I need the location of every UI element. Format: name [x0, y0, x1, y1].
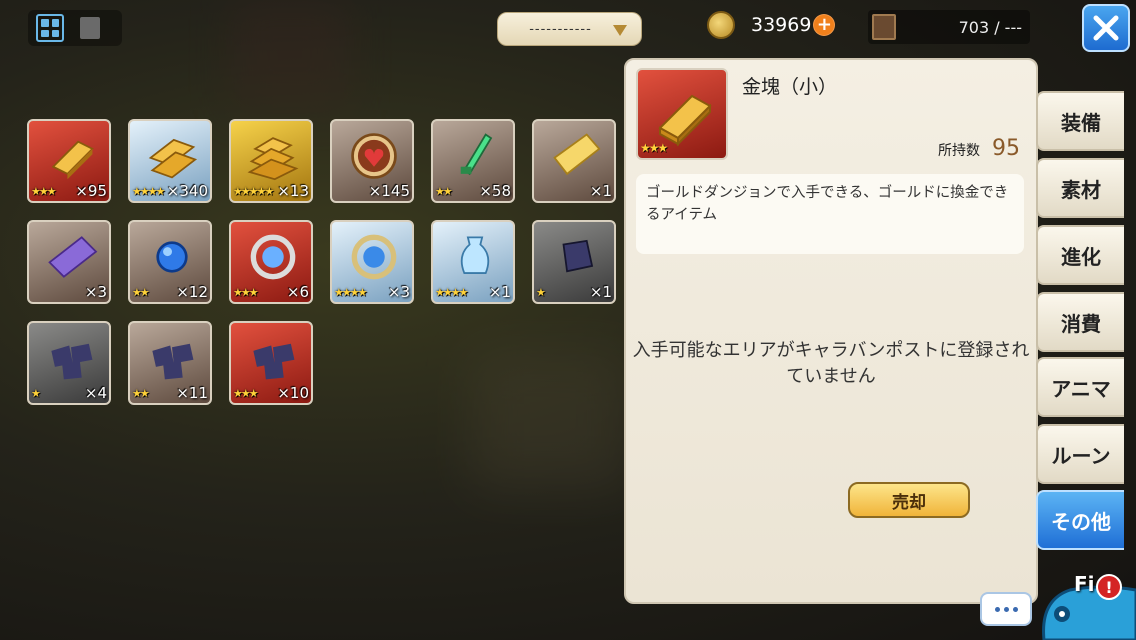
- add-gold-button[interactable]: +: [813, 14, 836, 36]
- item-slot-ring-emblem-blue[interactable]: ★★★★ ×3: [330, 220, 414, 304]
- tab-6[interactable]: その他: [1036, 490, 1124, 550]
- list-view-icon[interactable]: [80, 17, 100, 39]
- box-icon: [872, 14, 896, 40]
- gold-counter: 33969 +: [707, 9, 847, 41]
- item-slot-purple-ticket[interactable]: ×3: [27, 220, 111, 304]
- owned-value: 95: [992, 136, 1020, 161]
- rarity-stars: ★★★★★: [233, 185, 274, 198]
- dot-icon: [1012, 606, 1018, 612]
- item-count: ×6: [286, 283, 309, 301]
- rarity-stars: ★★: [435, 185, 453, 198]
- item-count: ×11: [176, 384, 208, 402]
- item-slot-gold-bars-medium[interactable]: ★★★★ ×340: [128, 119, 212, 203]
- gold-bars-medium-icon: [148, 138, 198, 179]
- tab-0[interactable]: 装備: [1036, 91, 1124, 151]
- item-count: ×10: [277, 384, 309, 402]
- rarity-stars: ★: [536, 286, 546, 299]
- rarity-stars: ★★★: [233, 387, 259, 400]
- gold-coin-icon: [707, 11, 735, 39]
- tab-3[interactable]: 消費: [1036, 292, 1124, 352]
- ring-emblem-blue-icon: [351, 234, 397, 280]
- item-title: 金塊（小）: [742, 76, 838, 98]
- rarity-stars: ★★★★: [334, 286, 367, 299]
- gold-amount: 33969: [751, 14, 812, 36]
- rarity-stars: ★★: [132, 286, 150, 299]
- rarity-stars: ★★★: [31, 185, 57, 198]
- rarity-stars: ★★★★: [132, 185, 165, 198]
- sell-button[interactable]: 売却: [848, 482, 970, 518]
- item-count: ×12: [176, 283, 208, 301]
- background-shape: [470, 350, 630, 490]
- rarity-stars: ★★: [132, 387, 150, 400]
- dot-icon: [1003, 606, 1009, 612]
- field-button[interactable]: Fi d: [1040, 560, 1136, 640]
- item-count: ×4: [84, 384, 107, 402]
- chat-button[interactable]: [980, 592, 1032, 626]
- ring-emblem-red-icon: [250, 234, 296, 280]
- item-slot-gold-ticket[interactable]: ×1: [532, 119, 616, 203]
- item-count: ×13: [277, 182, 309, 200]
- item-count: ×58: [479, 182, 511, 200]
- tab-1[interactable]: 素材: [1036, 158, 1124, 218]
- rune-stones-medium-icon: [152, 343, 194, 380]
- gold-bars-large-icon: [247, 137, 299, 181]
- item-count: ×95: [75, 182, 107, 200]
- inventory-capacity: 703 / ---: [868, 10, 1030, 44]
- detail-rarity-stars: ★★★: [640, 141, 668, 155]
- item-count: ×1: [589, 182, 612, 200]
- detail-item-icon: ★★★: [636, 68, 728, 160]
- item-slot-heart-medal[interactable]: ×145: [330, 119, 414, 203]
- item-slot-rune-stone[interactable]: ★ ×1: [532, 220, 616, 304]
- tab-4[interactable]: アニマ: [1036, 357, 1124, 417]
- green-dagger-icon: [460, 133, 493, 176]
- rarity-stars: ★: [31, 387, 41, 400]
- area-message: 入手可能なエリアがキャラバンポストに登録されていません: [632, 340, 1030, 387]
- chevron-down-icon: [613, 25, 627, 36]
- tab-5[interactable]: ルーン: [1036, 424, 1124, 484]
- view-toggle: [28, 10, 122, 46]
- rarity-stars: ★★★★: [435, 286, 468, 299]
- dot-icon: [994, 606, 1000, 612]
- rune-stones-small-icon: [51, 343, 93, 380]
- item-count: ×1: [488, 283, 511, 301]
- item-slot-crystal-vase[interactable]: ★★★★ ×1: [431, 220, 515, 304]
- blue-orb-icon: [156, 241, 188, 273]
- rune-stones-red-icon: [253, 343, 295, 380]
- item-description: ゴールドダンジョンで入手できる、ゴールドに換金できるアイテム: [636, 174, 1024, 254]
- item-slot-gold-bars-large[interactable]: ★★★★★ ×13: [229, 119, 313, 203]
- owned-label: 所持数: [938, 143, 980, 159]
- item-slot-ring-emblem-red[interactable]: ★★★ ×6: [229, 220, 313, 304]
- item-slot-gold-bar-small[interactable]: ★★★ ×95: [27, 119, 111, 203]
- item-count: ×340: [166, 182, 208, 200]
- item-slot-rune-stones-red[interactable]: ★★★ ×10: [229, 321, 313, 405]
- item-slot-blue-orb[interactable]: ★★ ×12: [128, 220, 212, 304]
- sort-dropdown[interactable]: -----------: [497, 12, 642, 46]
- item-count: ×1: [589, 283, 612, 301]
- gold-bar-small-icon: [51, 140, 94, 180]
- item-detail-panel: ★★★ 金塊（小） 所持数 95 ゴールドダンジョンで入手できる、ゴールドに換金…: [624, 58, 1038, 604]
- purple-ticket-icon: [48, 236, 98, 278]
- tab-2[interactable]: 進化: [1036, 225, 1124, 285]
- gold-ticket-icon: [553, 133, 601, 176]
- item-count: ×3: [84, 283, 107, 301]
- close-button[interactable]: [1082, 4, 1130, 52]
- item-count: ×145: [368, 182, 410, 200]
- owned-count: 所持数 95: [938, 136, 1020, 161]
- item-slot-rune-stones-small[interactable]: ★ ×4: [27, 321, 111, 405]
- capacity-value: 703 / ---: [958, 17, 1022, 37]
- alert-badge: !: [1096, 574, 1122, 600]
- item-count: ×3: [387, 283, 410, 301]
- crystal-vase-icon: [460, 236, 490, 274]
- rarity-stars: ★★★: [233, 286, 259, 299]
- item-slot-green-dagger[interactable]: ★★ ×58: [431, 119, 515, 203]
- item-slot-rune-stones-medium[interactable]: ★★ ×11: [128, 321, 212, 405]
- rune-stone-icon: [562, 239, 594, 273]
- heart-medal-icon: [351, 133, 397, 179]
- sort-dropdown-value: -----------: [529, 21, 592, 37]
- grid-view-icon[interactable]: [36, 14, 64, 42]
- background-shape: [230, 0, 350, 110]
- close-icon: [1093, 15, 1119, 41]
